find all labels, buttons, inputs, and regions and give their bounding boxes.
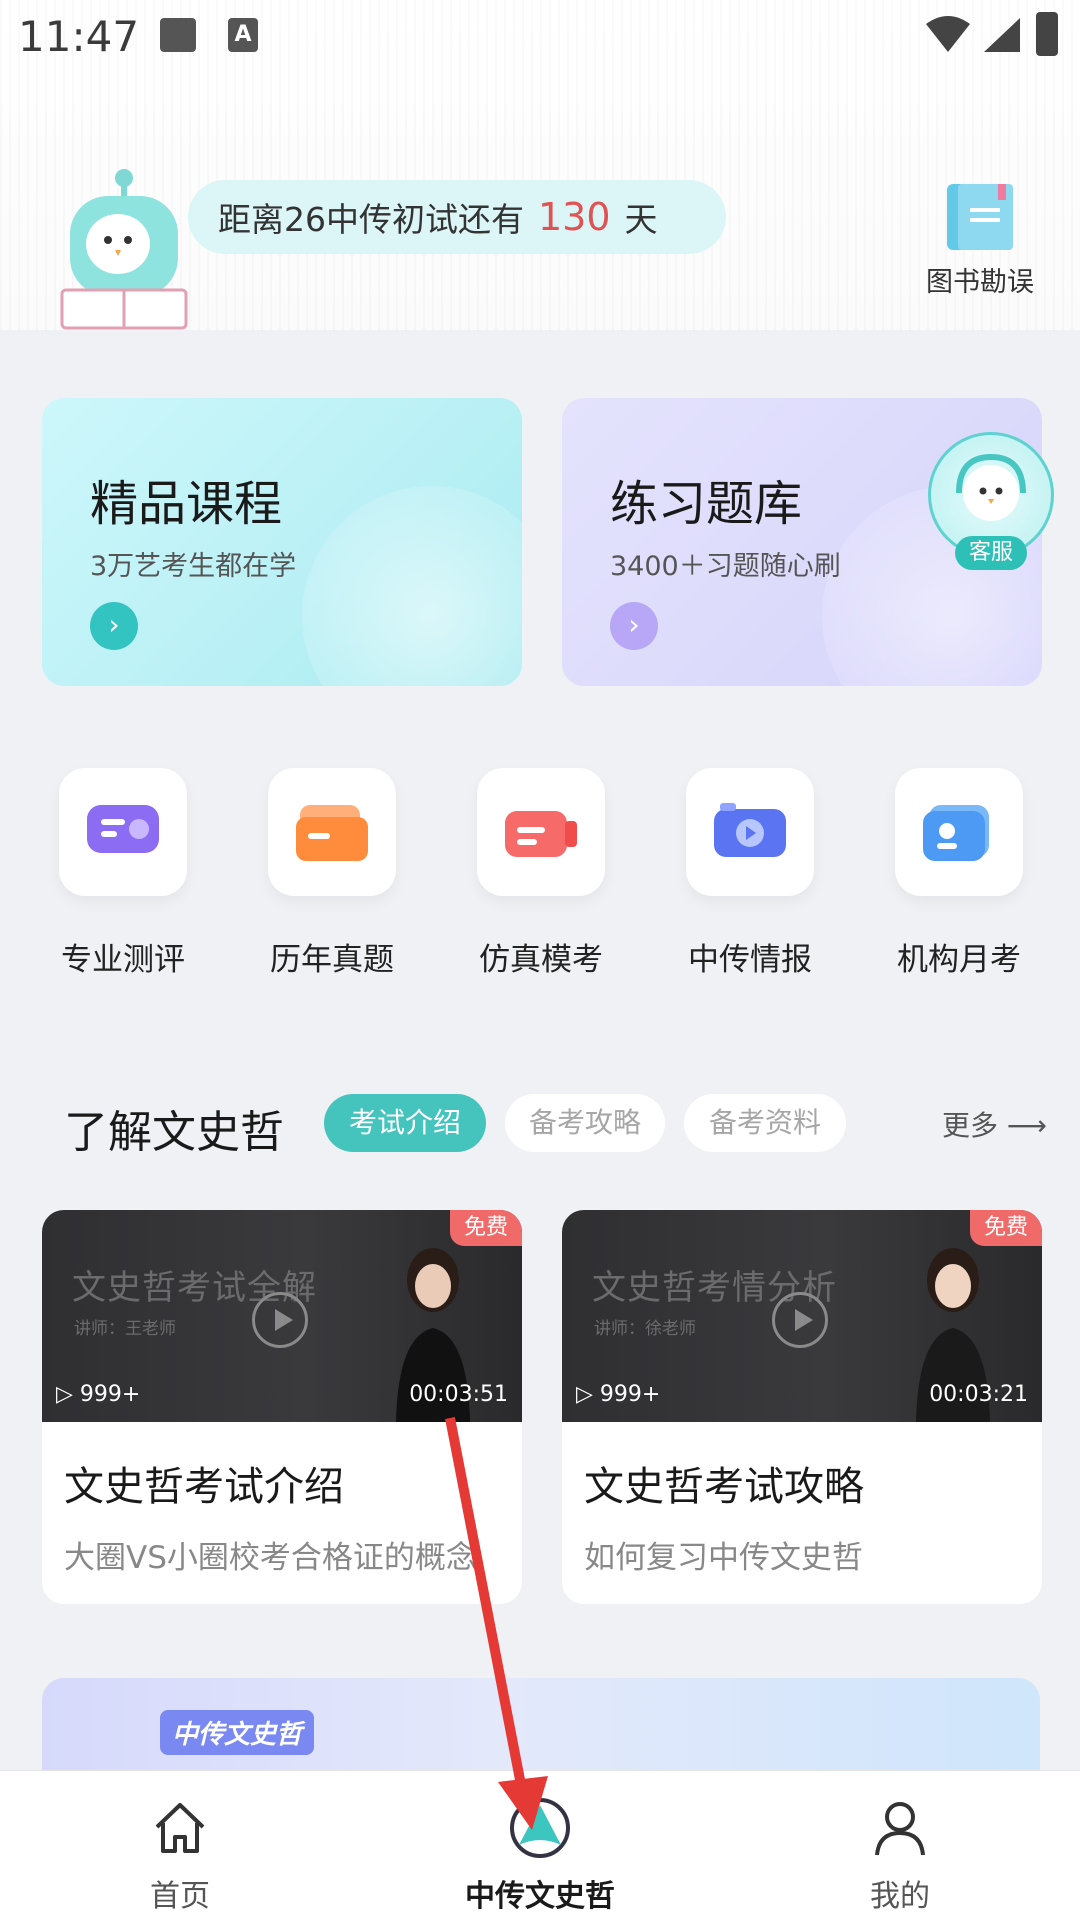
entry-monthly-exam[interactable]: 机构月考: [894, 768, 1024, 979]
countdown-suffix: 天: [624, 200, 658, 239]
tab-prep-strategy[interactable]: 备考攻略: [505, 1094, 665, 1152]
more-label: 更多: [942, 1109, 999, 1142]
tab-prep-materials[interactable]: 备考资料: [684, 1094, 846, 1152]
signal-icon: [984, 18, 1020, 52]
play-icon[interactable]: [772, 1292, 828, 1348]
entry-label: 中传情报: [688, 942, 812, 978]
entry-assessment[interactable]: 专业测评: [58, 768, 188, 979]
entry-label: 专业测评: [61, 942, 185, 978]
entry-label: 机构月考: [897, 942, 1021, 978]
banner-label: 中传文史哲: [160, 1710, 315, 1755]
card-title: 练习题库: [610, 476, 803, 532]
tab-profile[interactable]: 我的: [780, 1771, 1020, 1915]
assessment-icon: [59, 768, 187, 896]
promo-banner[interactable]: 中传文史哲: [42, 1678, 1040, 1778]
countdown-prefix: 距离26中传初试还有: [218, 200, 524, 239]
customer-service-label[interactable]: 客服: [955, 536, 1027, 570]
text-a-icon: A: [228, 18, 258, 52]
video-subtitle: 如何复习中传文史哲: [584, 1540, 863, 1576]
thumbnail-lecturer: 讲师：徐老师: [594, 1319, 696, 1339]
video-title: 文史哲考试介绍: [64, 1464, 344, 1510]
battery-icon: [1036, 12, 1058, 56]
mascot-icon: [60, 169, 188, 330]
camera-icon: [686, 768, 814, 896]
video-title: 文史哲考试攻略: [584, 1464, 864, 1510]
tab-label: 我的: [870, 1879, 930, 1914]
entry-past-papers[interactable]: 历年真题: [267, 768, 397, 979]
video-card[interactable]: 文史哲考情分析 讲师：徐老师 免费 ▷ 999+ 00:03:21 文史哲考试攻…: [562, 1210, 1042, 1604]
entry-label: 历年真题: [270, 942, 394, 978]
countdown-days: 130: [538, 195, 611, 239]
video-icon: ▷: [576, 1382, 600, 1407]
tab-exam-intro[interactable]: 考试介绍: [324, 1094, 486, 1152]
book-errata-label[interactable]: 图书勘误: [910, 260, 1050, 299]
card-title: 精品课程: [90, 476, 283, 532]
home-icon: [155, 1803, 205, 1853]
video-deco-icon: [302, 486, 522, 686]
video-duration: 00:03:21: [929, 1382, 1028, 1407]
chevron-right-icon[interactable]: ›: [90, 602, 138, 650]
folder-icon: [268, 768, 396, 896]
free-badge: 免费: [970, 1210, 1042, 1246]
view-count: ▷ 999+: [56, 1382, 141, 1407]
wifi-icon: [926, 16, 970, 52]
contact-card-icon: [895, 768, 1023, 896]
card-subtitle: 3400＋习题随心刷: [610, 551, 841, 582]
more-link[interactable]: 更多 ⟶: [942, 1104, 1047, 1144]
entry-mock-exam[interactable]: 仿真模考: [476, 768, 606, 979]
mock-exam-icon: [477, 768, 605, 896]
arrow-right-icon: ⟶: [1006, 1109, 1048, 1142]
user-icon: [875, 1802, 925, 1856]
free-badge: 免费: [450, 1210, 522, 1246]
video-thumbnail: 文史哲考试全解 讲师：王老师 免费 ▷ 999+ 00:03:51: [42, 1210, 522, 1422]
play-icon[interactable]: [252, 1292, 308, 1348]
video-thumbnail: 文史哲考情分析 讲师：徐老师 免费 ▷ 999+ 00:03:21: [562, 1210, 1042, 1422]
chevron-right-icon[interactable]: ›: [610, 602, 658, 650]
video-subtitle: 大圈VS小圈校考合格证的概念: [64, 1540, 477, 1576]
gallery-icon: [160, 18, 196, 52]
bottom-nav: 首页 中传文史哲 我的: [0, 1770, 1080, 1921]
tab-label: 中传文史哲: [465, 1879, 615, 1914]
thumbnail-lecturer: 讲师：王老师: [74, 1319, 176, 1339]
entry-label: 仿真模考: [479, 942, 603, 978]
section-title: 了解文史哲: [64, 1107, 284, 1158]
video-icon: ▷: [56, 1382, 80, 1407]
app-logo-icon: [510, 1798, 570, 1858]
video-card[interactable]: 文史哲考试全解 讲师：王老师 免费 ▷ 999+ 00:03:51 文史哲考试介…: [42, 1210, 522, 1604]
entry-news[interactable]: 中传情报: [685, 768, 815, 979]
video-duration: 00:03:51: [409, 1382, 508, 1407]
tab-home[interactable]: 首页: [60, 1771, 300, 1915]
tab-label: 首页: [150, 1879, 210, 1914]
premium-course-card[interactable]: 精品课程 3万艺考生都在学 ›: [42, 398, 522, 686]
status-time: 11:47: [18, 12, 140, 61]
countdown-banner: 距离26中传初试还有 130 天: [188, 180, 726, 254]
view-count: ▷ 999+: [576, 1382, 661, 1407]
book-errata-icon[interactable]: [920, 182, 1040, 252]
card-subtitle: 3万艺考生都在学: [90, 551, 297, 582]
tab-wenshizhe[interactable]: 中传文史哲: [420, 1771, 660, 1915]
